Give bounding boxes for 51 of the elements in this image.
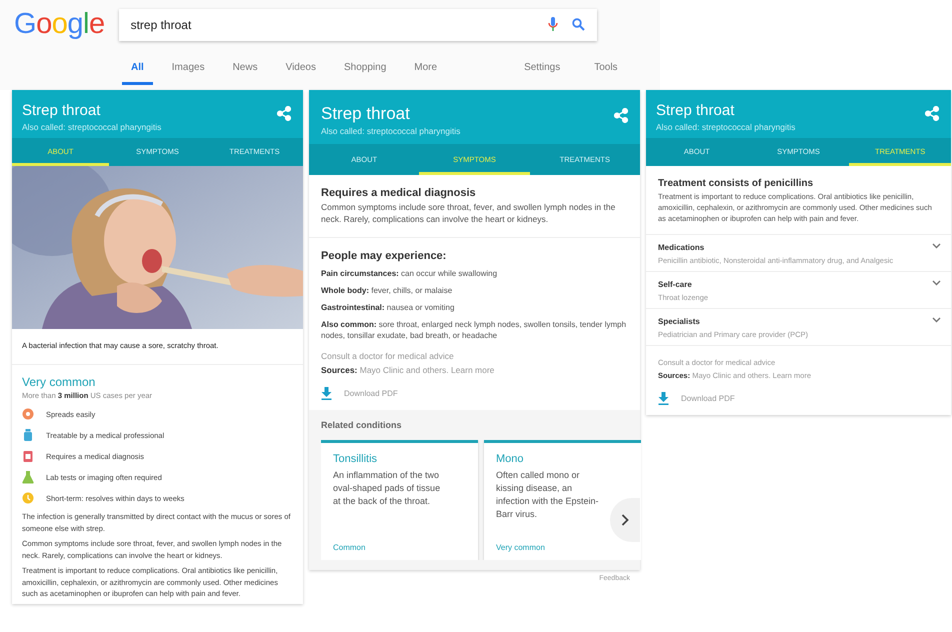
symptom-line: Gastrointestinal: nausea or vomiting [321,302,456,313]
condition-frequency: Common [333,543,366,552]
card-title: Strep throat [321,104,411,124]
symptom-line: Pain circumstances: can occur while swallowing [321,268,498,279]
condition-text: An inflammation of the two oval-shaped pads of tissue at the back of the throat. [333,469,442,508]
share-icon[interactable] [925,106,939,121]
section-heading: People may experience: [321,250,448,262]
learn-more-link[interactable]: Learn more [450,365,494,375]
nav-link[interactable]: Settings [524,62,560,85]
prevalence-heading: Very common [22,375,96,389]
section-text: Common symptoms include sore throat, fever, and swollen lymph nodes in the neck. Rarely, complications can involve the heart or kidneys. [321,201,616,225]
logo[interactable]: Google [14,8,105,41]
symptom-line: Whole body: fever, chills, or malaise [321,285,454,296]
nav-tab[interactable]: More [405,62,446,85]
nav-tab[interactable]: All [122,62,153,85]
accordion-title: Self-care [658,280,693,289]
condition-title: Mono [496,453,525,465]
accordion-title: Specialists [658,317,701,326]
nav-tab[interactable]: Videos [276,62,325,85]
nav-link[interactable]: Tools [594,62,618,85]
condition-card[interactable]: Mono Often called mono or kissing disease, an infection with the Epstein-Barr virus. Very common [484,440,641,560]
sources-text: Sources: Mayo Clinic and others. Learn more [321,365,496,375]
related-heading: Related conditions [321,420,403,430]
symptom-line: Also common: sore throat, enlarged neck lymph nodes, swollen tonsils, tender lymph nodes, tonsillar exudate, bad breath, or headache [321,319,628,341]
chevron-right-icon [621,514,629,526]
share-icon[interactable] [277,106,291,121]
download-pdf-link[interactable]: Download PDF [658,392,939,405]
nav-tab[interactable]: News [224,62,267,85]
section-heading: Treatment consists of penicillins [658,178,814,189]
nav-tab[interactable]: Images [162,62,214,85]
search-field[interactable]: strep throat [118,8,597,40]
card-subtitle: Also called: streptococcal pharyngitis [22,122,162,132]
advice-text: Consult a doctor for medical advice [321,351,455,361]
search-input[interactable]: strep throat [130,18,534,32]
card-title: Strep throat [22,102,102,120]
condition-frequency: Very common [496,543,546,552]
condition-card[interactable]: Tonsillitis An inflammation of the two oval-shaped pads of tissue at the back of the throat. Common [321,440,478,560]
section-heading: Requires a medical diagnosis [321,187,477,199]
condition-title: Tonsillitis [333,453,378,465]
card-title: Strep throat [656,102,736,120]
nav-tab[interactable]: Shopping [335,62,396,85]
share-icon[interactable] [614,108,628,123]
card-subtitle: Also called: streptococcal pharyngitis [656,122,796,132]
accordion-title: Medications [658,243,706,252]
download-icon [658,392,669,405]
condition-text: Often called mono or kissing disease, an infection with the Epstein-Barr virus. [496,469,600,521]
microphone-icon[interactable] [548,17,558,32]
card-subtitle: Also called: streptococcal pharyngitis [321,126,460,136]
download-pdf-link[interactable]: Download PDF [321,387,628,400]
search-icon[interactable] [572,18,585,31]
download-icon [321,387,332,400]
